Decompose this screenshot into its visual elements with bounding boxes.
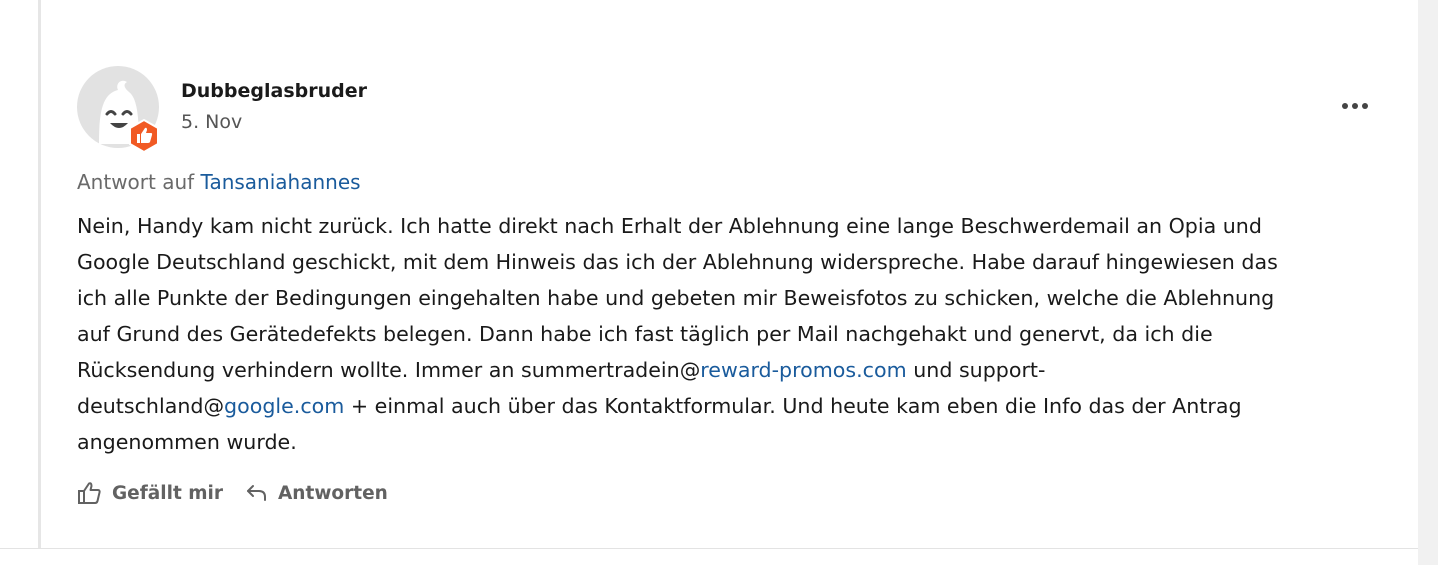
scrollbar[interactable] [1418, 0, 1438, 565]
reply-prefix: Antwort auf [77, 170, 195, 194]
author-name[interactable]: Dubbeglasbruder [181, 80, 367, 102]
body-text-segment: deutschland@ [77, 394, 225, 418]
body-line: Google Deutschland geschickt, mit dem Hi… [77, 250, 1278, 274]
post-body: Nein, Handy kam nicht zurück. Ich hatte … [77, 208, 1377, 460]
post-divider [0, 548, 1418, 549]
like-button[interactable]: Gefällt mir [77, 481, 223, 505]
reply-button[interactable]: Antworten [245, 482, 388, 504]
reward-promos-link[interactable]: reward-promos.com [700, 358, 906, 382]
body-line: deutschland@google.com + einmal auch übe… [77, 388, 1377, 424]
body-line: Rücksendung verhindern wollte. Immer an … [77, 352, 1377, 388]
body-line: Nein, Handy kam nicht zurück. Ich hatte … [77, 214, 1262, 238]
reply-arrow-icon [246, 485, 266, 501]
reply-to-user-link[interactable]: Tansaniahannes [201, 170, 361, 194]
thumbs-up-icon [78, 482, 101, 504]
post-actions: Gefällt mir Antworten [77, 478, 388, 508]
reply-label: Antworten [277, 482, 388, 504]
thumbs-up-badge-icon [128, 118, 160, 154]
body-text-segment: Rücksendung verhindern wollte. Immer an … [77, 358, 701, 382]
more-options-button[interactable] [1340, 96, 1372, 116]
like-label: Gefällt mir [112, 482, 223, 504]
more-dots-icon [1342, 103, 1368, 109]
google-link[interactable]: google.com [224, 394, 344, 418]
post-date: 5. Nov [181, 111, 243, 133]
body-line: angenommen wurde. [77, 430, 297, 454]
thread-indent-line [38, 0, 41, 549]
body-line: ich alle Punkte der Bedingungen eingehal… [77, 286, 1275, 310]
reply-reference: Antwort auf Tansaniahannes [77, 170, 361, 194]
body-text-segment: und support- [906, 358, 1046, 382]
body-text-segment: + einmal auch über das Kontaktformular. … [344, 394, 1242, 418]
body-line: auf Grund des Gerätedefekts belegen. Dan… [77, 322, 1213, 346]
